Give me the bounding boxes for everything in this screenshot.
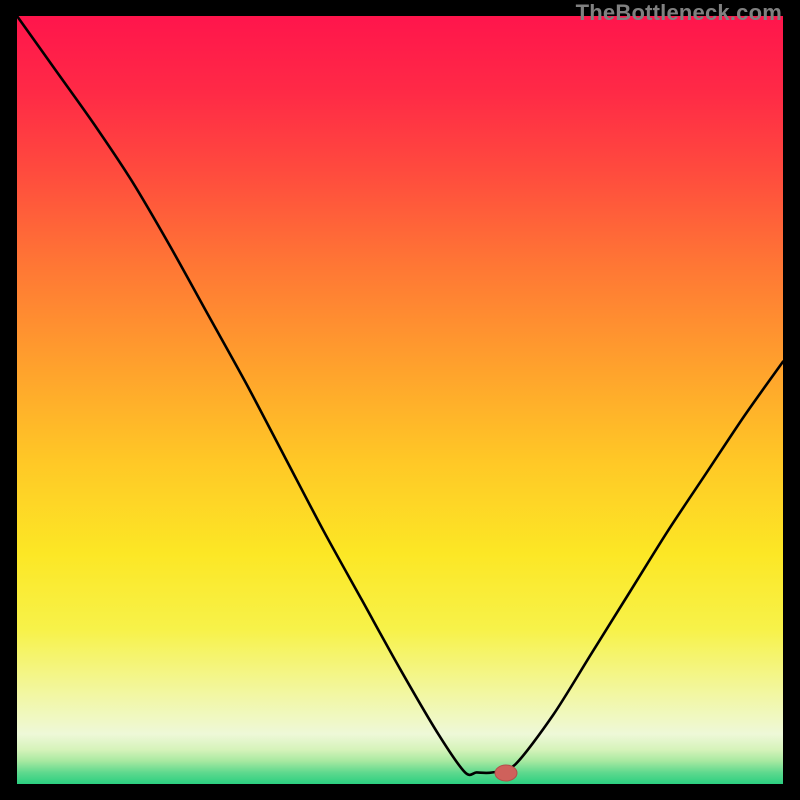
plot-svg — [17, 16, 783, 784]
credit-watermark: TheBottleneck.com — [576, 0, 782, 26]
chart-frame: TheBottleneck.com — [0, 0, 800, 800]
optimal-marker — [495, 765, 517, 781]
plot-area — [17, 16, 783, 784]
